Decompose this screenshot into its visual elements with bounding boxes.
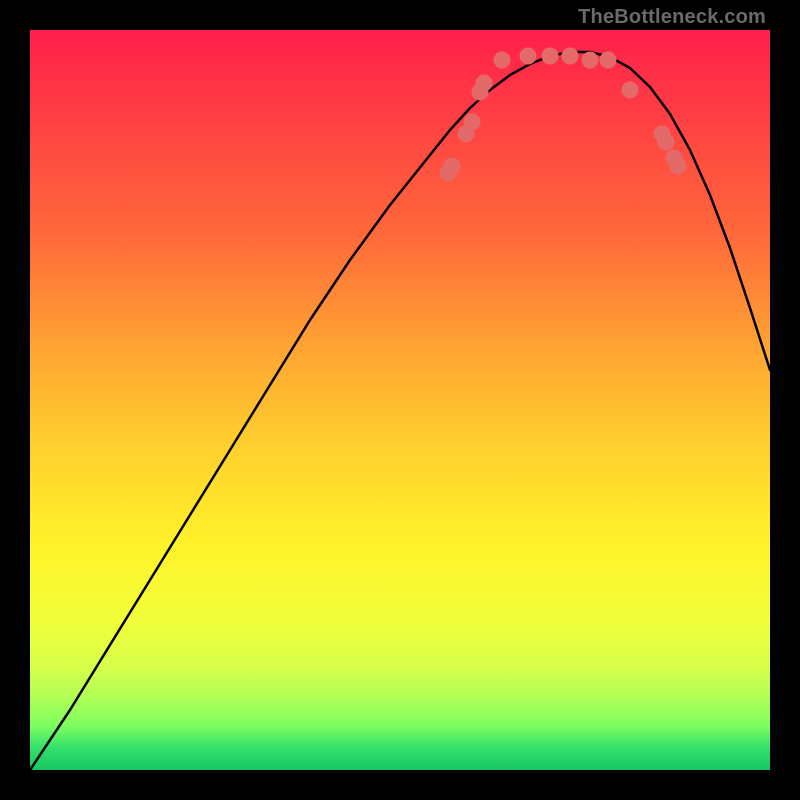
data-point [562,48,579,65]
chart-frame [30,30,770,770]
chart-overlay [30,30,770,770]
data-point [494,52,511,69]
data-point [476,75,493,92]
bottleneck-curve [30,52,770,770]
watermark-text: TheBottleneck.com [578,6,766,29]
data-point [622,82,639,99]
data-point [520,48,537,65]
data-point [658,134,675,151]
data-point [600,52,617,69]
data-point [582,52,599,69]
data-point [464,114,481,131]
data-points [440,48,687,182]
data-point [670,158,687,175]
data-point [444,158,461,175]
bottleneck-curve-path [30,52,770,770]
data-point [542,48,559,65]
